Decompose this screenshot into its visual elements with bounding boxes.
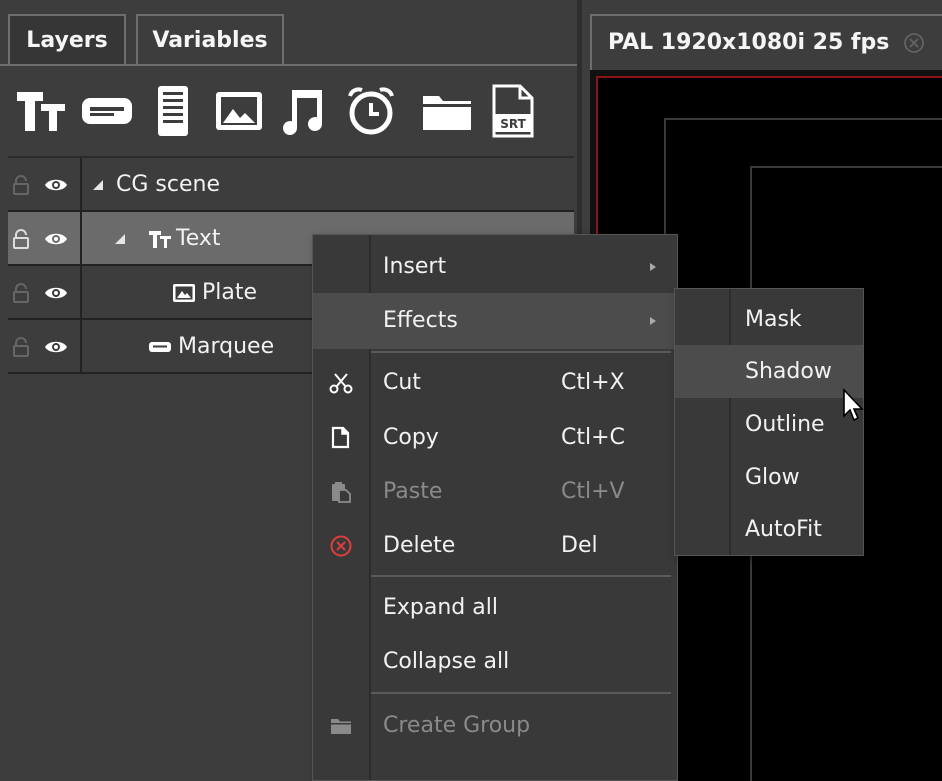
mouse-cursor-icon <box>843 388 864 422</box>
svg-text:SRT: SRT <box>500 117 526 131</box>
collapse-triangle-icon[interactable] <box>92 179 104 191</box>
row-gutter <box>8 320 82 372</box>
eye-icon[interactable] <box>44 338 68 356</box>
menu-item-shortcut: Ctl+C <box>561 425 625 450</box>
srt-subtitle-icon: SRT <box>492 84 534 138</box>
image-layer-icon <box>173 284 195 302</box>
copy-icon <box>331 426 350 449</box>
submenu-item-label: AutoFit <box>745 517 822 542</box>
add-group-button[interactable] <box>414 78 480 144</box>
menu-item-label: Cut <box>383 370 421 395</box>
lock-icon[interactable] <box>12 337 30 357</box>
menu-item-expand-all[interactable]: Expand all <box>313 580 677 636</box>
lock-icon[interactable] <box>12 229 30 249</box>
tab-divider <box>0 64 577 66</box>
eye-icon[interactable] <box>44 176 68 194</box>
collapse-triangle-icon[interactable] <box>114 233 126 245</box>
marquee-layer-icon <box>82 98 132 124</box>
delete-icon <box>330 535 352 557</box>
eye-icon[interactable] <box>44 230 68 248</box>
menu-item-effects[interactable]: Effects <box>313 293 677 349</box>
add-text-layer-button[interactable] <box>8 78 74 144</box>
folder-icon <box>331 719 351 734</box>
submenu-item-shadow[interactable]: Shadow <box>675 345 863 398</box>
submenu-item-label: Outline <box>745 412 825 437</box>
add-audio-layer-button[interactable] <box>272 78 338 144</box>
image-layer-icon <box>216 92 262 130</box>
effects-submenu: Mask Shadow Outline Glow AutoFit <box>674 288 864 556</box>
submenu-item-glow[interactable]: Glow <box>675 451 863 504</box>
menu-item-create-group[interactable]: Create Group <box>313 698 677 754</box>
menu-item-cut[interactable]: Cut Ctl+X <box>313 355 677 411</box>
folder-icon <box>423 96 471 130</box>
add-clock-layer-button[interactable] <box>338 78 404 144</box>
paste-icon <box>332 482 351 503</box>
submenu-item-label: Mask <box>745 307 802 332</box>
tree-row-label: Marquee <box>178 334 275 359</box>
menu-item-paste[interactable]: Paste Ctl+V <box>313 464 677 520</box>
menu-item-insert[interactable]: Insert <box>313 239 677 295</box>
tree-row-label: Plate <box>202 280 258 305</box>
tab-preview[interactable]: PAL 1920x1080i 25 fps <box>590 14 942 70</box>
menu-item-shortcut: Ctl+X <box>561 370 625 395</box>
tree-row-label: Text <box>176 226 221 251</box>
menu-item-delete[interactable]: Delete Del <box>313 518 677 574</box>
roll-layer-icon <box>158 86 188 136</box>
submenu-arrow-icon <box>650 263 656 271</box>
menu-item-label: Expand all <box>383 595 498 620</box>
menu-separator <box>371 692 671 694</box>
menu-separator <box>371 575 671 577</box>
row-gutter <box>8 212 82 264</box>
menu-item-label: Collapse all <box>383 649 510 674</box>
tree-row-label: CG scene <box>116 172 220 197</box>
layer-toolbar: SRT <box>8 76 546 146</box>
add-srt-layer-button[interactable]: SRT <box>480 78 546 144</box>
context-menu: Insert Effects Cut Ctl+X Copy Ctl+C Past… <box>312 234 678 781</box>
scissors-icon <box>329 373 353 394</box>
menu-item-label: Delete <box>383 533 456 558</box>
tab-layers[interactable]: Layers <box>8 14 126 66</box>
menu-item-label: Insert <box>383 254 447 279</box>
submenu-item-label: Shadow <box>745 359 832 384</box>
marquee-layer-icon <box>149 342 171 352</box>
lock-icon[interactable] <box>12 283 30 303</box>
row-gutter <box>8 266 82 318</box>
submenu-item-mask[interactable]: Mask <box>675 293 863 346</box>
add-marquee-layer-button[interactable] <box>74 78 140 144</box>
submenu-item-autofit[interactable]: AutoFit <box>675 503 863 556</box>
tab-variables[interactable]: Variables <box>136 14 284 66</box>
eye-icon[interactable] <box>44 284 68 302</box>
menu-item-shortcut: Ctl+V <box>561 479 625 504</box>
menu-item-label: Copy <box>383 425 439 450</box>
menu-item-shortcut: Del <box>561 533 598 558</box>
lock-icon[interactable] <box>12 175 30 195</box>
tree-row-cg-scene[interactable]: CG scene <box>8 158 574 212</box>
text-layer-icon <box>149 231 171 248</box>
submenu-item-label: Glow <box>745 465 800 490</box>
audio-layer-icon <box>283 90 322 136</box>
menu-item-label: Create Group <box>383 713 531 738</box>
submenu-arrow-icon <box>650 317 656 325</box>
submenu-item-outline[interactable]: Outline <box>675 398 863 451</box>
row-gutter <box>8 158 82 210</box>
menu-item-label: Paste <box>383 479 443 504</box>
menu-item-copy[interactable]: Copy Ctl+C <box>313 410 677 466</box>
text-layer-icon <box>17 92 65 131</box>
add-image-layer-button[interactable] <box>206 78 272 144</box>
clock-layer-icon <box>348 87 394 135</box>
add-roll-layer-button[interactable] <box>140 78 206 144</box>
menu-item-collapse-all[interactable]: Collapse all <box>313 634 677 690</box>
tab-preview-label: PAL 1920x1080i 25 fps <box>608 30 890 55</box>
close-circle-icon[interactable] <box>903 32 925 54</box>
menu-item-label: Effects <box>383 308 458 333</box>
menu-separator <box>371 351 671 353</box>
